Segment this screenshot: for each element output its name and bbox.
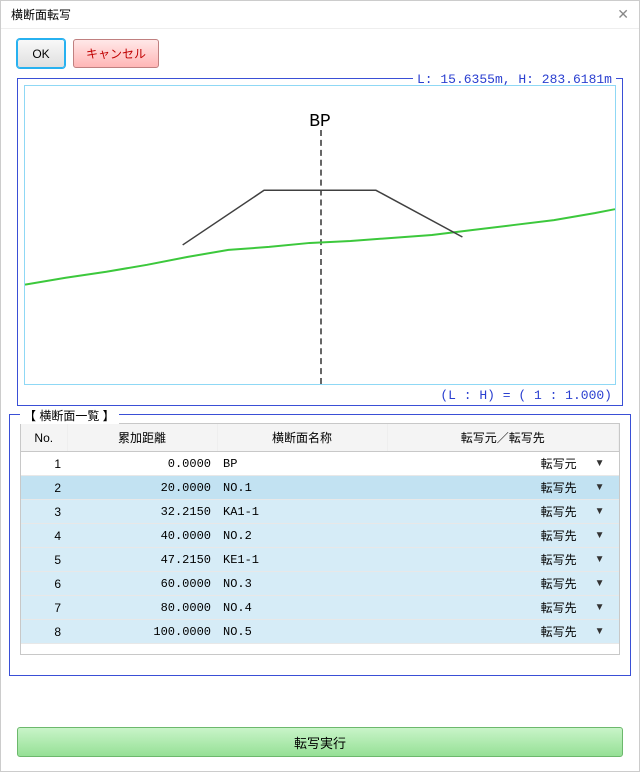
col-no[interactable]: No. bbox=[21, 424, 67, 452]
table-row[interactable]: 547.2150KE1-1 転写先 ▼ bbox=[21, 548, 619, 572]
select-value: 転写先 bbox=[541, 527, 577, 544]
chevron-down-icon[interactable]: ▼ bbox=[595, 554, 605, 565]
section-list-group: 【 横断面一覧 】 No. 累加距離 横断面名称 転写元／転写先 10.0000… bbox=[9, 414, 631, 676]
section-table-scroll[interactable]: No. 累加距離 横断面名称 転写元／転写先 10.0000BP転写元▼220.… bbox=[20, 423, 620, 655]
table-row[interactable]: 10.0000BP 転写元 ▼ bbox=[21, 452, 619, 476]
cell-dist[interactable]: 20.0000 bbox=[67, 476, 217, 500]
chevron-down-icon[interactable]: ▼ bbox=[595, 602, 605, 613]
section-list-legend: 【 横断面一覧 】 bbox=[20, 407, 119, 424]
select-value: 転写元 bbox=[541, 455, 577, 472]
cell-no: 7 bbox=[21, 596, 67, 620]
select-value: 転写先 bbox=[541, 503, 577, 520]
select-value: 転写先 bbox=[541, 623, 577, 640]
col-name[interactable]: 横断面名称 bbox=[217, 424, 387, 452]
cell-name[interactable]: NO.2 bbox=[217, 524, 387, 548]
exec-wrap: 転写実行 bbox=[17, 727, 623, 757]
ground-line bbox=[25, 209, 615, 284]
window-title: 横断面転写 bbox=[11, 6, 71, 23]
cell-name[interactable]: KE1-1 bbox=[217, 548, 387, 572]
cell-dist[interactable]: 80.0000 bbox=[67, 596, 217, 620]
cell-dist[interactable]: 40.0000 bbox=[67, 524, 217, 548]
cell-dist[interactable]: 60.0000 bbox=[67, 572, 217, 596]
cell-no: 2 bbox=[21, 476, 67, 500]
cell-name[interactable]: NO.1 bbox=[217, 476, 387, 500]
cell-no: 8 bbox=[21, 620, 67, 644]
chevron-down-icon[interactable]: ▼ bbox=[595, 506, 605, 517]
select-value: 転写先 bbox=[541, 479, 577, 496]
cell-dist[interactable]: 0.0000 bbox=[67, 452, 217, 476]
dialog-window: 横断面転写 ✕ OK キャンセル L: 15.6355m, H: 283.618… bbox=[0, 0, 640, 772]
execute-button[interactable]: 転写実行 bbox=[17, 727, 623, 757]
table-row[interactable]: 780.0000NO.4 転写先 ▼ bbox=[21, 596, 619, 620]
cell-name[interactable]: NO.4 bbox=[217, 596, 387, 620]
cell-select[interactable]: 転写元 ▼ bbox=[387, 452, 619, 476]
table-row[interactable]: 332.2150KA1-1 転写先 ▼ bbox=[21, 500, 619, 524]
cell-select[interactable]: 転写先 ▼ bbox=[387, 548, 619, 572]
cell-name[interactable]: NO.5 bbox=[217, 620, 387, 644]
chevron-down-icon[interactable]: ▼ bbox=[595, 626, 605, 637]
toolbar: OK キャンセル bbox=[1, 29, 639, 78]
cancel-button[interactable]: キャンセル bbox=[73, 39, 159, 68]
chart-panel: L: 15.6355m, H: 283.6181m BP (L : H) = (… bbox=[17, 78, 623, 406]
cell-dist[interactable]: 47.2150 bbox=[67, 548, 217, 572]
cell-name[interactable]: KA1-1 bbox=[217, 500, 387, 524]
cell-select[interactable]: 転写先 ▼ bbox=[387, 476, 619, 500]
cell-select[interactable]: 転写先 ▼ bbox=[387, 572, 619, 596]
table-row[interactable]: 440.0000NO.2 転写先 ▼ bbox=[21, 524, 619, 548]
cell-select[interactable]: 転写先 ▼ bbox=[387, 500, 619, 524]
section-table: No. 累加距離 横断面名称 転写元／転写先 10.0000BP転写元▼220.… bbox=[21, 424, 619, 644]
titlebar: 横断面転写 ✕ bbox=[1, 1, 639, 29]
cell-name[interactable]: BP bbox=[217, 452, 387, 476]
ok-button[interactable]: OK bbox=[17, 39, 65, 68]
cell-no: 3 bbox=[21, 500, 67, 524]
chevron-down-icon[interactable]: ▼ bbox=[595, 458, 605, 469]
cell-select[interactable]: 転写先 ▼ bbox=[387, 596, 619, 620]
cell-no: 1 bbox=[21, 452, 67, 476]
col-sel[interactable]: 転写元／転写先 bbox=[387, 424, 619, 452]
cell-no: 6 bbox=[21, 572, 67, 596]
table-row[interactable]: 220.0000NO.1 転写先 ▼ bbox=[21, 476, 619, 500]
select-value: 転写先 bbox=[541, 575, 577, 592]
chart-svg bbox=[25, 86, 615, 384]
chevron-down-icon[interactable]: ▼ bbox=[595, 578, 605, 589]
cell-name[interactable]: NO.3 bbox=[217, 572, 387, 596]
cell-select[interactable]: 転写先 ▼ bbox=[387, 524, 619, 548]
chevron-down-icon[interactable]: ▼ bbox=[595, 530, 605, 541]
cell-no: 4 bbox=[21, 524, 67, 548]
cell-select[interactable]: 転写先 ▼ bbox=[387, 620, 619, 644]
cell-dist[interactable]: 32.2150 bbox=[67, 500, 217, 524]
col-dist[interactable]: 累加距離 bbox=[67, 424, 217, 452]
table-row[interactable]: 660.0000NO.3 転写先 ▼ bbox=[21, 572, 619, 596]
table-row[interactable]: 8100.0000NO.5 転写先 ▼ bbox=[21, 620, 619, 644]
cross-section-canvas[interactable]: BP bbox=[24, 85, 616, 385]
table-header-row: No. 累加距離 横断面名称 転写元／転写先 bbox=[21, 424, 619, 452]
select-value: 転写先 bbox=[541, 551, 577, 568]
close-icon[interactable]: ✕ bbox=[617, 6, 629, 23]
cell-no: 5 bbox=[21, 548, 67, 572]
select-value: 転写先 bbox=[541, 599, 577, 616]
chevron-down-icon[interactable]: ▼ bbox=[595, 482, 605, 493]
cell-dist[interactable]: 100.0000 bbox=[67, 620, 217, 644]
chart-ratio-label: (L : H) = ( 1 : 1.000) bbox=[436, 388, 616, 403]
